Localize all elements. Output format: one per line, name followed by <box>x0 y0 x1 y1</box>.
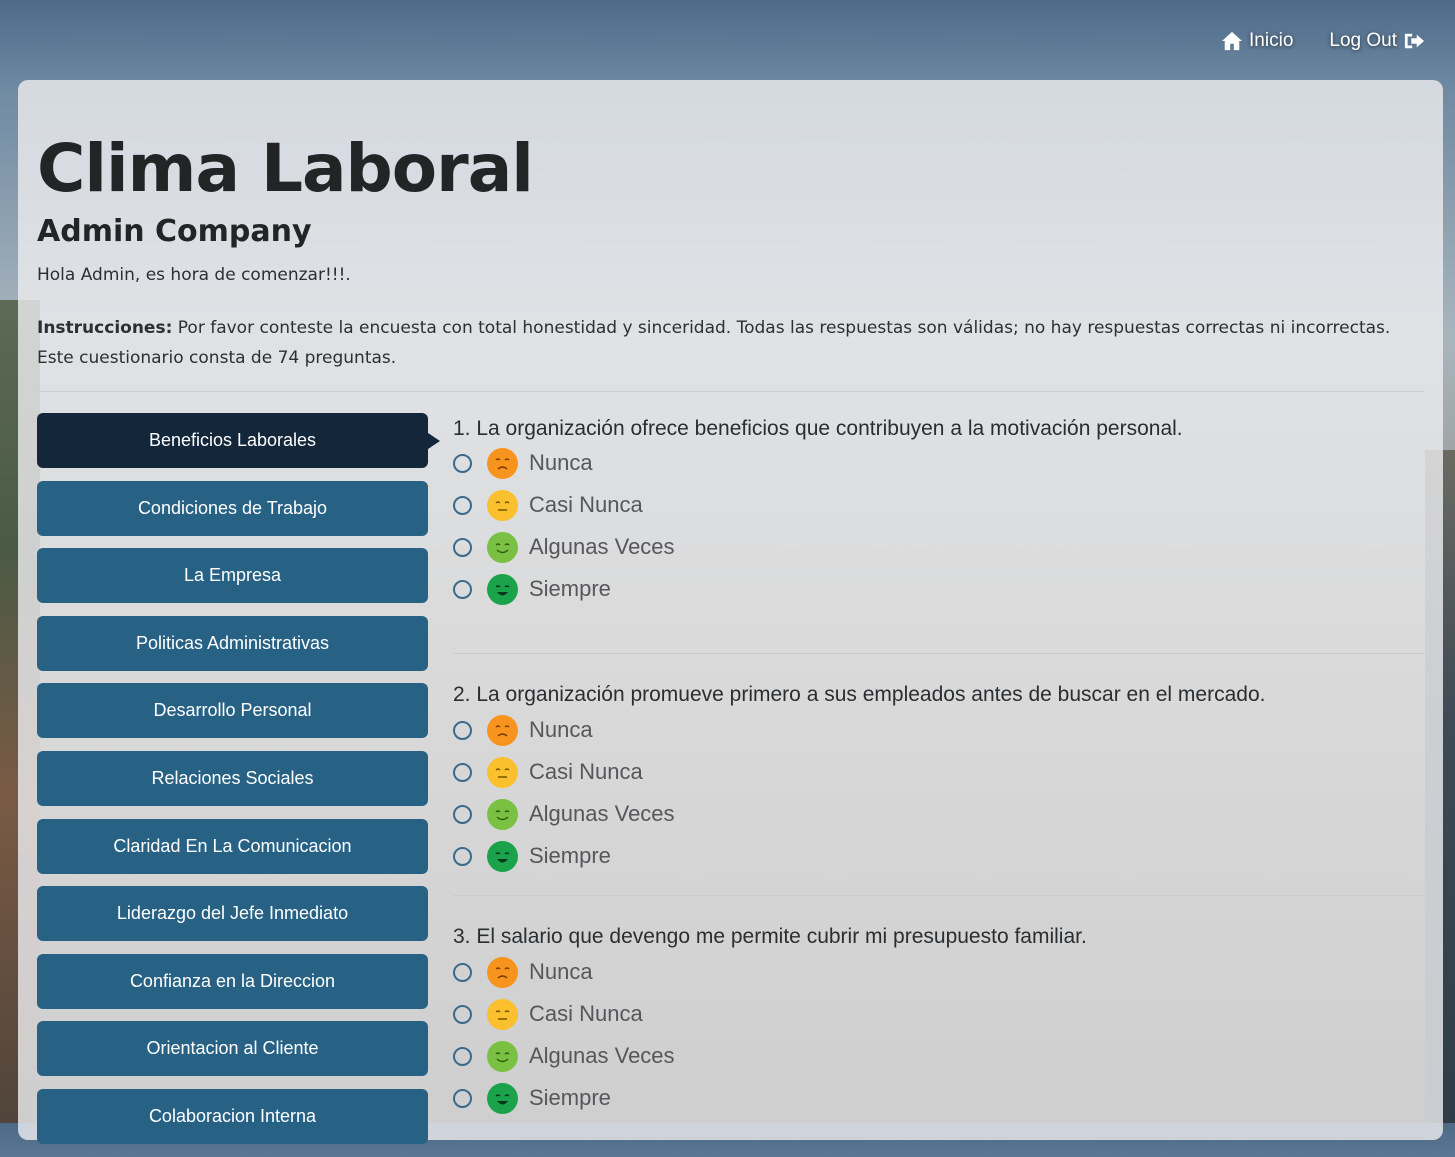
top-nav: Inicio Log Out <box>1221 30 1425 52</box>
category-button-beneficios-laborales[interactable]: Beneficios Laborales <box>37 413 440 468</box>
option-label: Nunca <box>529 717 593 742</box>
option-casi-nunca[interactable]: Casi Nunca <box>453 488 643 522</box>
category-label: Politicas Administrativas <box>135 632 330 653</box>
option-label: Siempre <box>529 576 611 601</box>
option-nunca[interactable]: Nunca <box>453 713 593 747</box>
home-label: Inicio <box>1249 30 1294 51</box>
logout-link[interactable]: Log Out <box>1329 30 1425 52</box>
neutral-face-icon <box>487 489 518 521</box>
radio-button[interactable] <box>453 579 472 599</box>
option-label: Algunas Veces <box>529 801 675 826</box>
category-label: Orientacion al Cliente <box>146 1038 319 1059</box>
category-label: Liderazgo del Jefe Inmediato <box>116 903 349 924</box>
company-name: Admin Company <box>37 214 312 249</box>
option-label: Algunas Veces <box>529 534 675 559</box>
smile-face-icon <box>487 798 518 830</box>
divider <box>37 391 1424 392</box>
category-button-la-empresa[interactable]: La Empresa <box>37 548 428 604</box>
option-label: Casi Nunca <box>529 1001 643 1026</box>
category-sidebar: Beneficios Laborales Condiciones de Trab… <box>37 413 440 1157</box>
category-label: Colaboracion Interna <box>148 1105 317 1126</box>
option-label: Algunas Veces <box>529 1043 675 1068</box>
instructions-label: Instrucciones: <box>37 318 173 338</box>
angry-face-icon <box>487 447 518 479</box>
radio-button[interactable] <box>453 1004 472 1024</box>
smile-face-icon <box>487 531 518 563</box>
question-text: 1. La organización ofrece beneficios que… <box>453 417 1183 440</box>
category-button-desarrollo-personal[interactable]: Desarrollo Personal <box>37 683 428 739</box>
category-label: Claridad En La Comunicacion <box>113 835 352 856</box>
option-siempre[interactable]: Siempre <box>453 839 611 873</box>
neutral-face-icon <box>487 756 518 788</box>
sign-out-icon <box>1404 33 1424 49</box>
angry-face-icon <box>487 956 518 988</box>
option-label: Siempre <box>529 1085 611 1110</box>
option-siempre[interactable]: Siempre <box>453 572 611 606</box>
radio-button[interactable] <box>453 1088 472 1108</box>
category-label: Condiciones de Trabajo <box>137 497 328 518</box>
home-link[interactable]: Inicio <box>1221 30 1293 52</box>
option-algunas-veces[interactable]: Algunas Veces <box>453 797 675 831</box>
category-label: Confianza en la Direccion <box>129 970 336 991</box>
home-icon <box>1222 31 1243 51</box>
option-label: Nunca <box>529 450 593 475</box>
category-label: Relaciones Sociales <box>151 767 314 788</box>
radio-button[interactable] <box>453 762 472 782</box>
greeting-text: Hola Admin, es hora de comenzar!!!. <box>37 265 351 285</box>
happy-face-icon <box>487 1082 518 1114</box>
category-button-colaboracion-interna[interactable]: Colaboracion Interna <box>37 1088 428 1144</box>
category-button-liderazgo-jefe[interactable]: Liderazgo del Jefe Inmediato <box>37 886 428 942</box>
option-algunas-veces[interactable]: Algunas Veces <box>453 530 675 564</box>
option-casi-nunca[interactable]: Casi Nunca <box>453 997 643 1031</box>
option-label: Casi Nunca <box>529 759 643 784</box>
question-3: 3. El salario que devengo me permite cub… <box>453 897 1424 1138</box>
category-label: Beneficios Laborales <box>148 430 317 450</box>
category-button-condiciones-de-trabajo[interactable]: Condiciones de Trabajo <box>37 480 428 536</box>
category-label: La Empresa <box>183 565 282 586</box>
radio-button[interactable] <box>453 537 472 557</box>
option-algunas-veces[interactable]: Algunas Veces <box>453 1039 675 1073</box>
radio-button[interactable] <box>453 720 472 740</box>
radio-button[interactable] <box>453 804 472 824</box>
question-1: 1. La organización ofrece beneficios que… <box>453 413 1424 654</box>
happy-face-icon <box>487 573 518 605</box>
happy-face-icon <box>487 840 518 872</box>
question-text: 2. La organización promueve primero a su… <box>453 683 1266 706</box>
category-button-confianza-direccion[interactable]: Confianza en la Direccion <box>37 953 428 1009</box>
option-nunca[interactable]: Nunca <box>453 955 593 989</box>
category-button-relaciones-sociales[interactable]: Relaciones Sociales <box>37 750 428 806</box>
question-2: 2. La organización promueve primero a su… <box>453 655 1424 896</box>
option-siempre[interactable]: Siempre <box>453 1081 611 1115</box>
category-button-politicas-administrativas[interactable]: Politicas Administrativas <box>37 615 428 671</box>
category-label: Desarrollo Personal <box>153 700 312 721</box>
category-button-claridad-comunicacion[interactable]: Claridad En La Comunicacion <box>37 818 428 874</box>
option-label: Casi Nunca <box>529 492 643 517</box>
page-title: Clima Laboral <box>37 130 534 207</box>
smile-face-icon <box>487 1040 518 1072</box>
logout-label: Log Out <box>1329 30 1397 51</box>
instructions: Instrucciones: Por favor conteste la enc… <box>37 313 1432 373</box>
radio-button[interactable] <box>453 846 472 866</box>
category-button-orientacion-cliente[interactable]: Orientacion al Cliente <box>37 1021 428 1077</box>
option-nunca[interactable]: Nunca <box>453 446 593 480</box>
option-casi-nunca[interactable]: Casi Nunca <box>453 755 643 789</box>
radio-button[interactable] <box>453 495 472 515</box>
question-text: 3. El salario que devengo me permite cub… <box>453 925 1087 948</box>
survey-card: Clima Laboral Admin Company Hola Admin, … <box>18 80 1443 1144</box>
radio-button[interactable] <box>453 453 472 473</box>
radio-button[interactable] <box>453 962 472 982</box>
questions-list: 1. La organización ofrece beneficios que… <box>453 413 1424 1139</box>
option-label: Nunca <box>529 959 593 984</box>
neutral-face-icon <box>487 998 518 1030</box>
instructions-text: Por favor conteste la encuesta con total… <box>37 318 1391 368</box>
angry-face-icon <box>487 714 518 746</box>
option-label: Siempre <box>529 843 611 868</box>
radio-button[interactable] <box>453 1046 472 1066</box>
